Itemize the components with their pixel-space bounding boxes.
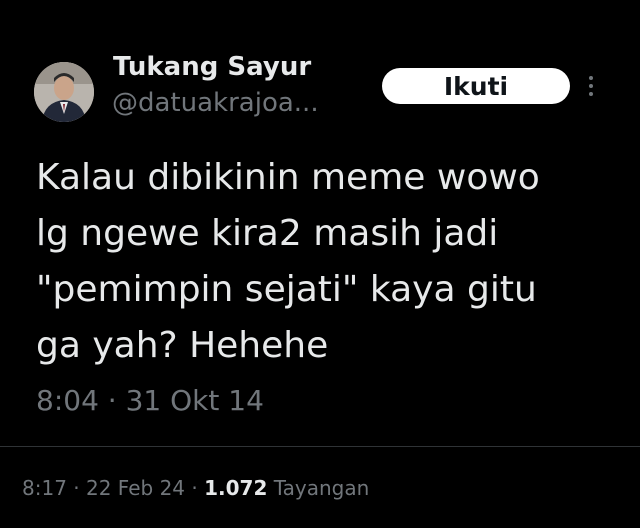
tweet-time: 8:04: [36, 384, 99, 417]
separator-dot: ·: [66, 476, 86, 500]
post-date[interactable]: 22 Feb 24: [86, 476, 185, 500]
more-vertical-icon[interactable]: [586, 74, 596, 98]
views-count: 1.072: [204, 476, 268, 500]
tweet-date: 31 Okt 14: [125, 384, 264, 417]
post-time[interactable]: 8:17: [22, 476, 67, 500]
post-meta: 8:17 · 22 Feb 24 · 1.072 Tayangan: [22, 476, 369, 500]
separator-dot: ·: [98, 384, 126, 417]
tweet: Tukang Sayur @datuakrajoa... Ikuti Kalau…: [0, 0, 640, 528]
follow-button[interactable]: Ikuti: [382, 68, 570, 104]
tweet-timestamp[interactable]: 8:04 · 31 Okt 14: [36, 384, 264, 417]
tweet-text-line: lg ngewe kira2 masih jadi: [36, 213, 499, 254]
tweet-text-line: Kalau dibikinin meme wowo: [36, 157, 540, 198]
divider: [0, 446, 640, 447]
views-label: Tayangan: [273, 476, 370, 500]
separator-dot: ·: [185, 476, 205, 500]
author-name[interactable]: Tukang Sayur: [113, 52, 311, 82]
author-handle[interactable]: @datuakrajoa...: [112, 88, 319, 118]
tweet-text-line: "pemimpin sejati" kaya gitu: [36, 269, 537, 310]
tweet-text: Kalau dibikinin meme wowo lg ngewe kira2…: [36, 150, 616, 374]
avatar-image: [34, 62, 94, 122]
tweet-text-line: ga yah? Hehehe: [36, 325, 329, 366]
avatar[interactable]: [34, 62, 94, 122]
